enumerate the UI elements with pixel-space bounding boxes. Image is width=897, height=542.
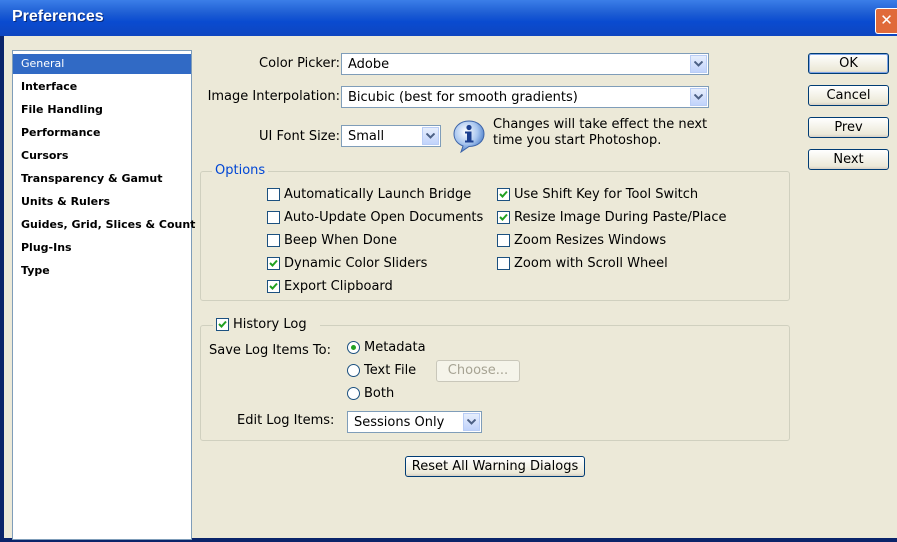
color-picker-select[interactable]: Adobe <box>341 53 709 75</box>
choose-button[interactable]: Choose... <box>436 360 520 382</box>
sidebar-item-type[interactable]: Type <box>13 261 191 281</box>
preferences-window: Preferences ✕ General Interface File Han… <box>0 0 897 542</box>
checkbox-box[interactable] <box>267 280 280 293</box>
prev-button[interactable]: Prev <box>808 117 889 138</box>
sidebar-item-cursors[interactable]: Cursors <box>13 146 191 166</box>
sidebar-item-performance[interactable]: Performance <box>13 123 191 143</box>
beep-when-done-label: Beep When Done <box>284 233 397 248</box>
info-icon <box>453 120 485 153</box>
ui-font-size-select[interactable]: Small <box>341 125 441 147</box>
checkbox-box[interactable] <box>216 318 229 331</box>
edit-log-items-value: Sessions Only <box>354 415 445 430</box>
checkbox-box[interactable] <box>497 234 510 247</box>
window-title: Preferences <box>12 8 104 25</box>
cancel-button[interactable]: Cancel <box>808 85 889 106</box>
sidebar-item-file-handling[interactable]: File Handling <box>13 100 191 120</box>
ok-button[interactable]: OK <box>808 53 889 74</box>
zoom-scroll-wheel-label: Zoom with Scroll Wheel <box>514 256 668 271</box>
chevron-down-icon[interactable] <box>463 413 480 431</box>
radio-selected-dot <box>351 345 356 350</box>
restart-note-line-2: time you start Photoshop. <box>493 133 662 148</box>
close-button[interactable]: ✕ <box>875 8 897 34</box>
resize-image-paste-label: Resize Image During Paste/Place <box>514 210 727 225</box>
sidebar-item-transparency-gamut[interactable]: Transparency & Gamut <box>13 169 191 189</box>
chevron-down-icon[interactable] <box>690 55 707 73</box>
sidebar-item-guides-grid-slices[interactable]: Guides, Grid, Slices & Count <box>13 215 195 235</box>
restart-note-line-1: Changes will take effect the next <box>493 117 708 132</box>
checkbox-box[interactable] <box>497 188 510 201</box>
chevron-down-icon[interactable] <box>422 127 439 145</box>
save-log-items-label: Save Log Items To: <box>209 343 331 358</box>
close-icon: ✕ <box>880 11 893 29</box>
checkbox-box[interactable] <box>267 257 280 270</box>
image-interpolation-label: Image Interpolation: <box>207 89 340 104</box>
edit-log-items-label: Edit Log Items: <box>237 413 335 428</box>
checkbox-box[interactable] <box>497 257 510 270</box>
sidebar-item-interface[interactable]: Interface <box>13 77 191 97</box>
reset-warning-dialogs-button[interactable]: Reset All Warning Dialogs <box>405 456 585 477</box>
check-mark-icon <box>269 282 278 290</box>
check-mark-icon <box>499 213 508 221</box>
dialog-body: General Interface File Handling Performa… <box>4 36 897 540</box>
check-mark-icon <box>218 320 227 328</box>
both-label: Both <box>364 386 395 401</box>
radio-circle[interactable] <box>347 364 360 377</box>
shift-key-tool-switch-label: Use Shift Key for Tool Switch <box>514 187 699 202</box>
check-mark-icon <box>269 259 278 267</box>
options-group-title: Options <box>212 163 269 178</box>
history-log-checkbox[interactable]: History Log <box>216 317 316 333</box>
ui-font-size-label: UI Font Size: <box>259 129 340 144</box>
radio-circle[interactable] <box>347 387 360 400</box>
auto-update-documents-label: Auto-Update Open Documents <box>284 210 484 225</box>
metadata-label: Metadata <box>364 340 426 355</box>
ui-font-size-value: Small <box>348 129 385 144</box>
check-mark-icon <box>499 190 508 198</box>
history-log-label: History Log <box>233 317 307 332</box>
color-picker-value: Adobe <box>348 57 390 72</box>
preferences-category-list: General Interface File Handling Performa… <box>12 50 195 540</box>
sidebar-item-plug-ins[interactable]: Plug-Ins <box>13 238 191 258</box>
text-file-label: Text File <box>364 363 417 378</box>
checkbox-box[interactable] <box>497 211 510 224</box>
history-log-title: History Log <box>213 317 320 333</box>
checkbox-box[interactable] <box>267 234 280 247</box>
sidebar-item-general[interactable]: General <box>13 54 191 74</box>
title-bar[interactable]: Preferences ✕ <box>0 0 897 36</box>
next-button[interactable]: Next <box>808 149 889 170</box>
image-interpolation-value: Bicubic (best for smooth gradients) <box>348 90 578 105</box>
sidebar-item-units-rulers[interactable]: Units & Rulers <box>13 192 191 212</box>
checkbox-box[interactable] <box>267 211 280 224</box>
color-picker-label: Color Picker: <box>259 56 340 71</box>
zoom-resizes-windows-label: Zoom Resizes Windows <box>514 233 667 248</box>
checkbox-box[interactable] <box>267 188 280 201</box>
image-interpolation-select[interactable]: Bicubic (best for smooth gradients) <box>341 86 709 108</box>
export-clipboard-label: Export Clipboard <box>284 279 393 294</box>
chevron-down-icon[interactable] <box>690 88 707 106</box>
radio-circle[interactable] <box>347 341 360 354</box>
dynamic-color-sliders-label: Dynamic Color Sliders <box>284 256 428 271</box>
edit-log-items-select[interactable]: Sessions Only <box>347 411 482 433</box>
auto-launch-bridge-label: Automatically Launch Bridge <box>284 187 472 202</box>
